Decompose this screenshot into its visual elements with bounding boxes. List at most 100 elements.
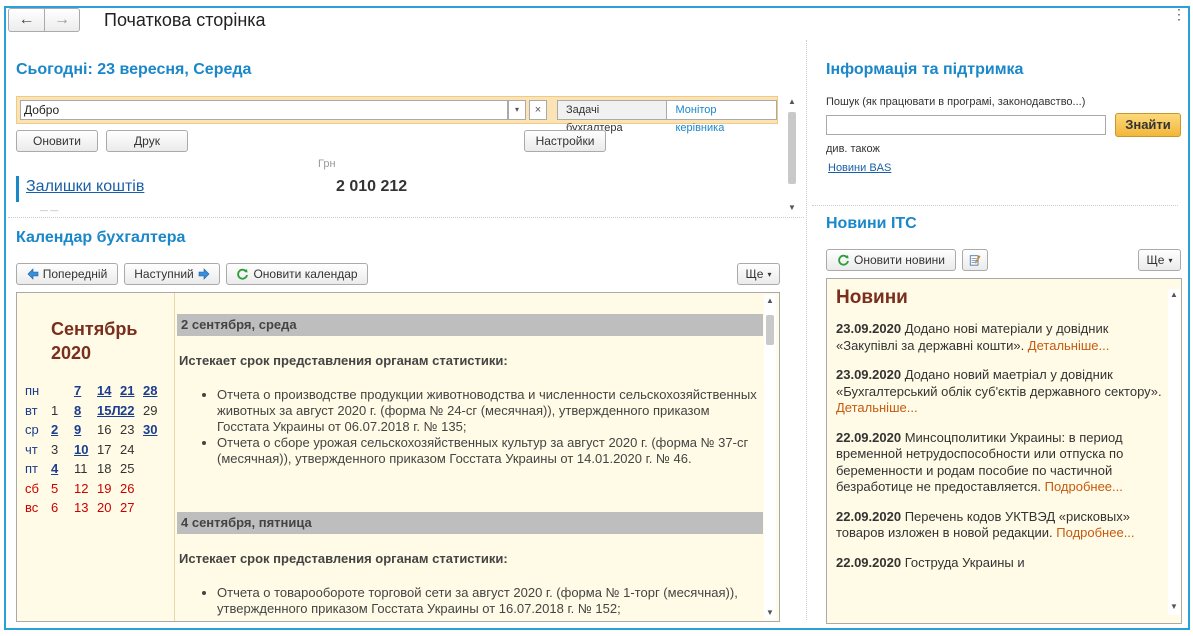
calendar-day[interactable]: 22	[120, 403, 143, 418]
scroll-thumb[interactable]	[766, 315, 774, 345]
today-scrollbar[interactable]: ▲ ▼	[786, 96, 798, 214]
news-more-button[interactable]: Ще ▾	[1138, 249, 1181, 271]
next-button[interactable]: Наступний	[124, 263, 220, 285]
previous-label: Попередній	[42, 267, 108, 281]
calendar-week-row: чт 3 10 17 24	[25, 440, 166, 460]
balance-link[interactable]: Залишки коштів	[26, 178, 144, 196]
scroll-down-icon[interactable]: ▼	[764, 607, 776, 619]
calendar-day[interactable]: 7	[74, 383, 97, 398]
truncated-row: — —	[40, 206, 59, 215]
calendar-day: 1	[51, 402, 59, 418]
calendar-week-row: вс 6 13 20 27	[25, 498, 166, 518]
calendar-scrollbar[interactable]: ▲ ▼	[764, 295, 776, 619]
calendar-day: 3	[51, 441, 59, 457]
scroll-thumb[interactable]	[788, 112, 796, 184]
chevron-down-icon: ▾	[767, 269, 772, 279]
news-date: 23.09.2020	[836, 321, 902, 336]
calendar-day[interactable]: 30	[143, 422, 166, 437]
more-label: Ще	[1146, 253, 1165, 267]
scroll-down-icon[interactable]: ▼	[786, 202, 798, 214]
calendar-day[interactable]: 14	[97, 383, 120, 398]
scroll-up-icon[interactable]: ▲	[764, 295, 776, 307]
list-item: Отчета о товарообороте торговой сети за …	[217, 585, 757, 617]
see-also-label: див. також	[826, 143, 880, 155]
news-date: 23.09.2020	[836, 367, 902, 382]
calendar-day[interactable]: 9	[74, 422, 97, 437]
refresh-calendar-button[interactable]: Оновити календар	[226, 263, 368, 285]
search-input[interactable]	[826, 115, 1106, 135]
news-title: Новини ІТС	[826, 215, 917, 232]
calendar-week-row: вт 1 8 15Л 22 29	[25, 401, 166, 421]
refresh-news-label: Оновити новини	[854, 253, 945, 267]
calendar-day[interactable]: 10	[74, 442, 97, 457]
calendar-day: 26	[120, 480, 135, 496]
news-more-link[interactable]: Подробнее...	[1056, 525, 1134, 540]
calendar-day[interactable]: 2	[51, 422, 74, 437]
scroll-up-icon[interactable]: ▲	[1168, 289, 1180, 301]
calendar-day[interactable]: 28	[143, 383, 166, 398]
calendar-day[interactable]: 8	[74, 403, 97, 418]
edit-news-button[interactable]	[962, 249, 988, 271]
calendar-day: 25	[120, 461, 135, 477]
page-title: Початкова сторінка	[104, 10, 266, 30]
tab-accountant-tasks[interactable]: Задачі бухгалтера	[558, 101, 668, 134]
calendar-more-button[interactable]: Ще ▾	[737, 263, 780, 285]
event-date-header: 2 сентября, среда	[177, 314, 763, 336]
arrow-left-icon	[27, 268, 39, 280]
scroll-down-icon[interactable]: ▼	[1168, 601, 1180, 613]
calendar-day: 5	[51, 480, 59, 496]
filter-input[interactable]	[20, 100, 508, 120]
calendar-week-row: ср 2 9 16 23 30	[25, 420, 166, 440]
calendar-day[interactable]: 4	[51, 461, 74, 476]
more-menu-icon[interactable]: ⋮	[1172, 7, 1186, 21]
weekday-label: вс	[25, 500, 39, 516]
month-title: Сентябрь 2020	[51, 317, 137, 365]
calendar-week-row: сб 5 12 19 26	[25, 479, 166, 499]
refresh-calendar-label: Оновити календар	[253, 267, 358, 281]
calendar-day[interactable]: 15Л	[97, 403, 121, 418]
today-title: Сьогодні: 23 вересня, Середа	[16, 61, 252, 78]
list-item: Отчета о производстве продукции животнов…	[217, 387, 757, 435]
tab-manager-monitor[interactable]: Монітор керівника	[667, 101, 776, 134]
news-more-link[interactable]: Подробнее...	[1045, 479, 1123, 494]
month-year: 2020	[51, 343, 92, 363]
refresh-news-button[interactable]: Оновити новини	[826, 249, 956, 271]
more-label: Ще	[745, 267, 764, 281]
weekday-label: сб	[25, 480, 39, 496]
calendar-box: Сентябрь 2020 пн 7 14 21 28 вт 1 8 15Л 22 29 ср 2 9 16…	[16, 292, 780, 622]
currency-label: Грн	[318, 158, 336, 170]
calendar-week-row: пт 4 11 18 25	[25, 459, 166, 479]
month-name: Сентябрь	[51, 319, 138, 339]
settings-button[interactable]: Настройки	[524, 130, 606, 152]
calendar-day: 18	[97, 461, 112, 477]
bas-news-link[interactable]: Новини BAS	[828, 162, 891, 174]
news-item: 23.09.2020 Додано нові матеріали у довід…	[836, 321, 1162, 354]
forward-button[interactable]: →	[44, 8, 80, 32]
news-date: 22.09.2020	[836, 554, 902, 570]
news-scrollbar[interactable]: ▲ ▼	[1168, 289, 1180, 615]
arrow-right-icon	[198, 268, 210, 280]
news-more-link[interactable]: Детальніше...	[1028, 338, 1110, 353]
view-switcher: Задачі бухгалтера Монітор керівника	[557, 100, 777, 134]
calendar-title: Календар бухгалтера	[16, 229, 186, 246]
refresh-button[interactable]: Оновити	[16, 130, 98, 152]
calendar-day[interactable]: 21	[120, 383, 143, 398]
print-button[interactable]: Друк	[106, 130, 188, 152]
news-item: 22.09.2020 Гоструда Украины и	[836, 555, 1162, 572]
find-button[interactable]: Знайти	[1115, 113, 1181, 137]
section-divider-left	[8, 217, 804, 218]
back-button[interactable]: ←	[8, 8, 44, 32]
calendar-day: 20	[97, 500, 112, 516]
filter-clear-button[interactable]: ×	[529, 100, 547, 120]
filter-dropdown-button[interactable]: ▾	[508, 100, 526, 120]
scroll-up-icon[interactable]: ▲	[786, 96, 798, 108]
list-item: Отчета о сборе урожая сельскохозяйственн…	[217, 435, 757, 467]
weekday-label: чт	[25, 441, 38, 457]
previous-button[interactable]: Попередній	[16, 263, 118, 285]
top-bar: ← → Початкова сторінка ⋮	[8, 7, 1186, 34]
news-item: 22.09.2020 Перечень кодов УКТВЭД «рисков…	[836, 509, 1162, 542]
calendar-day: 17	[97, 441, 112, 457]
news-more-link[interactable]: Детальніше...	[836, 400, 918, 415]
calendar-month-panel: Сентябрь 2020 пн 7 14 21 28 вт 1 8 15Л 22 29 ср 2 9 16…	[17, 293, 175, 621]
news-box-title: Новини	[836, 287, 908, 308]
